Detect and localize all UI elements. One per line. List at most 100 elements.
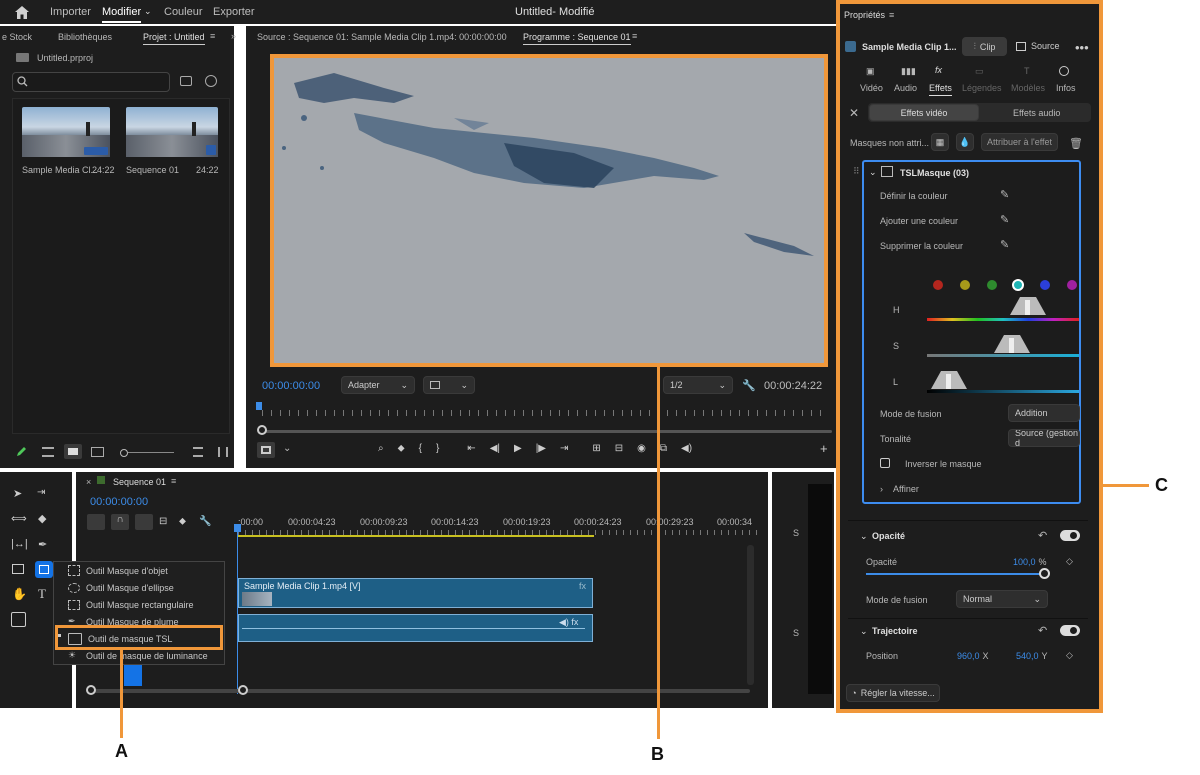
close-icon[interactable]: ✕ xyxy=(849,106,859,120)
drag-handle-icon[interactable]: ⠿ xyxy=(853,166,860,177)
tab-libraries[interactable]: Bibliothèques xyxy=(58,32,112,42)
step-forward-icon[interactable]: |▶ xyxy=(536,443,546,454)
tab-project[interactable]: Projet : Untitled xyxy=(143,32,205,45)
add-button-icon[interactable]: + xyxy=(820,441,828,456)
hue-slider[interactable] xyxy=(927,318,1079,321)
sequence-thumbnail[interactable] xyxy=(126,107,218,157)
wrench-icon[interactable]: 🔧 xyxy=(742,379,756,392)
effects-audio-button[interactable]: Effets audio xyxy=(1013,108,1060,118)
selection-tool-icon[interactable]: ➤ xyxy=(13,487,22,500)
saturation-slider[interactable] xyxy=(927,354,1079,357)
program-menu-icon[interactable]: ≡ xyxy=(632,31,637,41)
swatch-yellow[interactable] xyxy=(960,280,970,290)
opacity-slider-handle[interactable] xyxy=(1039,568,1050,579)
menu-modifier[interactable]: Modifier xyxy=(102,6,142,23)
panel-menu-icon[interactable]: ≡ xyxy=(210,31,215,41)
tab-effects[interactable]: Effets xyxy=(929,83,952,96)
trajectory-toggle[interactable] xyxy=(1060,625,1080,636)
linked-select-icon[interactable] xyxy=(135,514,153,530)
chevron-down-icon[interactable]: ⌄ xyxy=(144,6,152,17)
freeform-view-icon[interactable] xyxy=(91,447,104,457)
clip-thumbnail[interactable] xyxy=(22,107,110,157)
extra-tool-icon[interactable] xyxy=(11,612,26,627)
export-frame-button[interactable] xyxy=(257,442,275,458)
home-icon[interactable] xyxy=(14,4,30,20)
guides-dropdown[interactable]: ⌄ xyxy=(423,376,475,394)
collapse-chevron-icon[interactable]: ⌄ xyxy=(860,531,868,542)
more-options-icon[interactable]: ••• xyxy=(1075,40,1089,55)
keyframe-icon[interactable]: ◇ xyxy=(1066,556,1073,567)
chevron-down-icon[interactable]: ⌄ xyxy=(283,443,291,454)
tab-templates[interactable]: Modèles xyxy=(1011,83,1045,93)
saturation-range-handle[interactable] xyxy=(992,334,1032,354)
monitor-playhead[interactable] xyxy=(256,402,262,410)
expand-chevron-icon[interactable]: › xyxy=(880,484,883,494)
tab-captions[interactable]: Légendes xyxy=(962,83,1002,93)
zoom-start-handle[interactable] xyxy=(86,685,96,695)
video-preview[interactable] xyxy=(270,54,828,367)
swatch-green[interactable] xyxy=(987,280,997,290)
step-back-icon[interactable]: ◀| xyxy=(490,443,500,454)
mark-in-icon[interactable]: { xyxy=(419,443,422,454)
type-tool-icon[interactable]: T xyxy=(38,586,46,602)
play-icon[interactable]: ▶ xyxy=(514,443,522,454)
speed-button[interactable]: ◔ Régler la vitesse... xyxy=(846,684,940,702)
tab-audio[interactable]: Audio xyxy=(894,83,917,93)
invert-checkbox[interactable] xyxy=(880,458,890,468)
timeline-tab[interactable]: Sequence 01 xyxy=(113,477,166,487)
swatch-cyan[interactable] xyxy=(1012,279,1024,291)
swatch-magenta[interactable] xyxy=(1067,280,1077,290)
properties-menu-icon[interactable]: ≡ xyxy=(889,10,894,20)
pen-tool-icon[interactable]: ✒ xyxy=(38,538,47,551)
swatch-red[interactable] xyxy=(933,280,943,290)
mark-out-icon[interactable]: } xyxy=(436,443,439,454)
audio-clip[interactable]: ◀) fx xyxy=(238,614,593,642)
sort-icon[interactable] xyxy=(193,447,203,457)
rectangle-tool-icon[interactable] xyxy=(12,564,24,574)
menu-item-object-mask[interactable]: Outil Masque d'objet xyxy=(54,562,224,579)
opacity-value[interactable]: 100,0% xyxy=(1013,557,1047,567)
marker-icon[interactable]: ⬥ xyxy=(398,443,405,454)
tab-stock[interactable]: e Stock xyxy=(2,32,32,42)
wrench-icon[interactable]: 🔧 xyxy=(199,516,213,528)
meter-solo-icon[interactable]: S xyxy=(793,528,799,538)
program-tab[interactable]: Programme : Sequence 01 xyxy=(523,32,631,45)
slip-tool-icon[interactable]: |↔| xyxy=(11,538,28,550)
zoom-slider[interactable] xyxy=(128,452,174,453)
menu-couleur[interactable]: Couleur xyxy=(164,6,203,18)
video-clip[interactable]: Sample Media Clip 1.mp4 [V] fx xyxy=(238,578,593,608)
assign-effect-button[interactable]: Attribuer à l'effet xyxy=(981,133,1058,151)
menu-item-ellipse-mask[interactable]: Outil Masque d'ellipse xyxy=(54,579,224,596)
meter-solo-icon[interactable]: S xyxy=(793,628,799,638)
overwrite-icon[interactable]: ⊟ xyxy=(615,443,623,454)
marker-icon[interactable]: ⬥ xyxy=(179,516,193,528)
close-icon[interactable]: × xyxy=(86,477,91,487)
audio-icon[interactable]: ◀) xyxy=(681,443,692,454)
go-to-in-icon[interactable]: ⇤ xyxy=(467,443,475,454)
opacity-toggle[interactable] xyxy=(1060,530,1080,541)
snap-icon[interactable]: ∩ xyxy=(111,514,129,530)
reset-icon[interactable]: ↶ xyxy=(1038,624,1047,637)
tonality-dropdown[interactable]: Source (gestion d xyxy=(1008,429,1080,447)
clip-button[interactable]: ⫶ Clip xyxy=(962,37,1007,56)
pencil-icon[interactable] xyxy=(16,446,27,457)
eyedropper-minus-icon[interactable]: ✎ xyxy=(1000,238,1009,251)
expand-icon[interactable]: » xyxy=(231,31,236,41)
zoom-slider-handle[interactable] xyxy=(120,449,128,457)
opacity-slider[interactable] xyxy=(866,573,1044,575)
playhead-handle[interactable] xyxy=(234,524,241,532)
effects-video-button[interactable]: Effets vidéo xyxy=(869,104,979,121)
tab-video[interactable]: Vidéo xyxy=(860,83,883,93)
timeline-playhead[interactable] xyxy=(237,524,238,694)
source-button[interactable]: Source xyxy=(1016,41,1060,51)
position-y[interactable]: 540,0 Y xyxy=(1016,651,1048,661)
track-scrollbar[interactable] xyxy=(747,545,754,685)
list-view-icon[interactable] xyxy=(42,447,54,457)
eyedropper-plus-icon[interactable]: ✎ xyxy=(1000,213,1009,226)
camera-icon[interactable]: ◉ xyxy=(637,443,646,454)
eyedropper-icon[interactable]: ✎ xyxy=(1000,188,1009,201)
menu-item-rectangle-mask[interactable]: Outil Masque rectangulaire xyxy=(54,596,224,613)
hand-tool-icon[interactable]: ✋ xyxy=(12,587,27,601)
keyframe-icon[interactable]: ◇ xyxy=(1066,650,1073,661)
blend-mode-2-dropdown[interactable]: Normal ⌄ xyxy=(956,590,1048,608)
